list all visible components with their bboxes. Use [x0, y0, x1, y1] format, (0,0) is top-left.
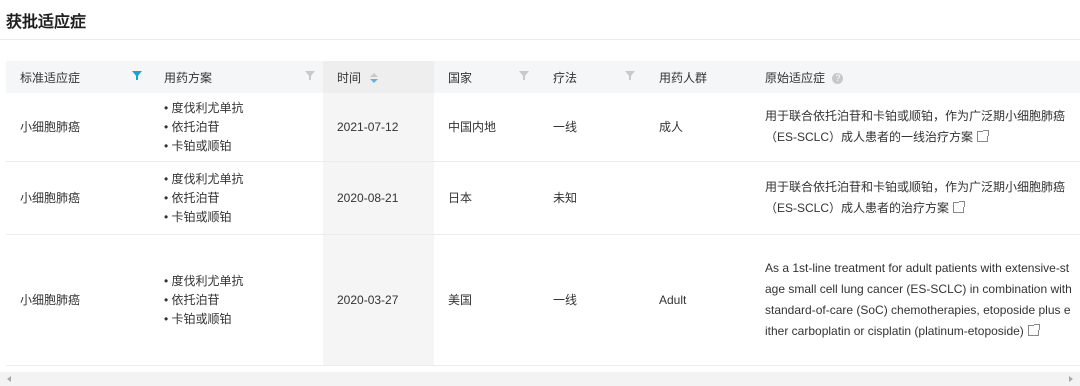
cell-therapy: 一线: [539, 234, 645, 366]
col-date[interactable]: 时间: [323, 61, 434, 93]
cell-original-indication: As a 1st-line treatment for adult patien…: [751, 234, 1080, 366]
col-therapy[interactable]: 疗法: [539, 61, 645, 93]
col-regimen[interactable]: 用药方案: [150, 61, 323, 93]
cell-date: 2020-03-27: [323, 234, 434, 366]
table-row: 小细胞肺癌 度伐利尤单抗 依托泊苷 卡铂或顺铂 2021-07-12 中国内地 …: [6, 93, 1080, 162]
cell-standard-indication: 小细胞肺癌: [6, 93, 150, 162]
page-title: 获批适应症: [6, 14, 87, 31]
scroll-left-arrow-icon[interactable]: [7, 376, 11, 382]
cell-country: 日本: [434, 161, 539, 235]
col-country-label: 国家: [448, 70, 473, 85]
filter-icon-stem: [136, 76, 138, 80]
cell-original-indication: 用于联合依托泊苷和卡铂或顺铂，作为广泛期小细胞肺癌（ES-SCLC）成人患者的治…: [751, 161, 1080, 235]
col-population-label: 用药人群: [659, 70, 708, 85]
col-regimen-label: 用药方案: [164, 70, 213, 85]
col-date-label: 时间: [337, 70, 362, 85]
cell-date: 2021-07-12: [323, 93, 434, 162]
regimen-item: 卡铂或顺铂: [164, 310, 323, 329]
cell-country: 美国: [434, 234, 539, 366]
horizontal-scrollbar[interactable]: [0, 372, 1080, 386]
cell-country: 中国内地: [434, 93, 539, 162]
regimen-item: 依托泊苷: [164, 291, 323, 310]
cell-therapy: 未知: [539, 161, 645, 235]
col-country[interactable]: 国家: [434, 61, 539, 93]
filter-icon-stem: [629, 76, 631, 80]
external-link-icon[interactable]: [1027, 324, 1040, 337]
regimen-item: 度伐利尤单抗: [164, 99, 323, 118]
scroll-right-arrow-icon[interactable]: [1069, 376, 1073, 382]
indications-table: 标准适应症 用药方案 时间 国家 疗法 用药人群 原始适应症 ? 小细胞肺癌 •…: [6, 61, 1080, 381]
col-original-indication: 原始适应症 ?: [751, 61, 1080, 93]
cell-standard-indication: 小细胞肺癌: [6, 161, 150, 235]
original-indication-text: 用于联合依托泊苷和卡铂或顺铂，作为广泛期小细胞肺癌（ES-SCLC）成人患者的一…: [765, 109, 1066, 144]
cell-date: 2020-08-21: [323, 161, 434, 235]
col-standard-indication[interactable]: 标准适应症: [6, 61, 150, 93]
external-link-icon[interactable]: [953, 201, 966, 214]
cell-population: [645, 161, 751, 235]
regimen-item: 依托泊苷: [164, 189, 323, 208]
cell-standard-indication: 小细胞肺癌: [6, 234, 150, 366]
regimen-item: 卡铂或顺铂: [164, 137, 323, 156]
regimen-item: 依托泊苷: [164, 118, 323, 137]
cell-population: 成人: [645, 93, 751, 162]
external-link-icon[interactable]: [977, 130, 990, 143]
cell-regimen: 度伐利尤单抗 依托泊苷 卡铂或顺铂: [150, 161, 323, 235]
cell-original-indication: 用于联合依托泊苷和卡铂或顺铂，作为广泛期小细胞肺癌（ES-SCLC）成人患者的一…: [751, 93, 1080, 162]
regimen-item: 度伐利尤单抗: [164, 272, 323, 291]
help-icon[interactable]: ?: [832, 72, 844, 84]
col-standard-indication-label: 标准适应症: [20, 70, 81, 85]
col-therapy-label: 疗法: [553, 70, 578, 85]
table-row: 小细胞肺癌 度伐利尤单抗 依托泊苷 卡铂或顺铂 2020-08-21 日本 未知…: [6, 161, 1080, 235]
table-header-row: 标准适应症 用药方案 时间 国家 疗法 用药人群 原始适应症 ?: [6, 61, 1080, 93]
regimen-item: 卡铂或顺铂: [164, 208, 323, 227]
cell-population: Adult: [645, 234, 751, 366]
col-population: 用药人群: [645, 61, 751, 93]
filter-icon-stem: [523, 76, 525, 80]
sort-icon[interactable]: [370, 73, 379, 84]
filter-icon-stem: [309, 76, 311, 80]
cell-therapy: 一线: [539, 93, 645, 162]
original-indication-text: 用于联合依托泊苷和卡铂或顺铂，作为广泛期小细胞肺癌（ES-SCLC）成人患者的治…: [765, 180, 1066, 215]
original-indication-text: As a 1st-line treatment for adult patien…: [765, 261, 1072, 338]
table-row: 小细胞肺癌 度伐利尤单抗 依托泊苷 卡铂或顺铂 2020-03-27 美国 一线…: [6, 234, 1080, 366]
title-divider: [0, 39, 1080, 40]
regimen-item: 度伐利尤单抗: [164, 170, 323, 189]
cell-regimen: 度伐利尤单抗 依托泊苷 卡铂或顺铂: [150, 234, 323, 366]
cell-regimen: 度伐利尤单抗 依托泊苷 卡铂或顺铂: [150, 93, 323, 162]
col-original-indication-label: 原始适应症: [765, 70, 826, 85]
